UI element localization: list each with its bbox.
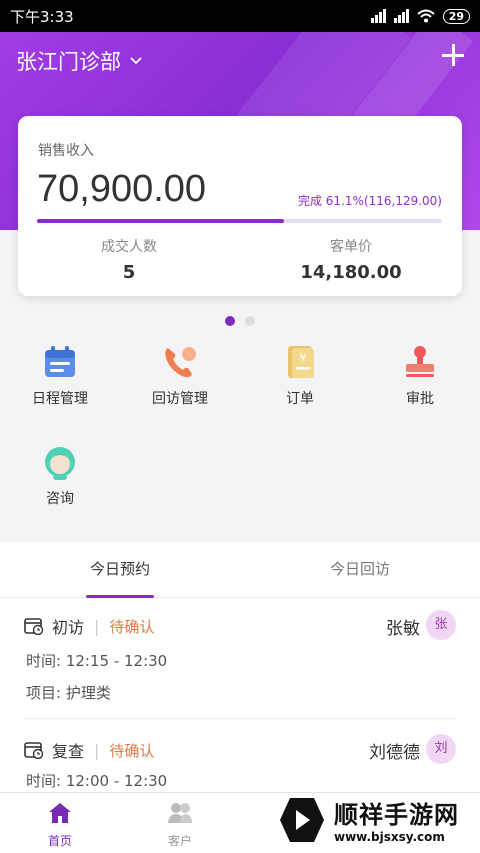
signal-icon [370, 9, 386, 23]
add-icon[interactable] [440, 42, 466, 68]
calendar-clock-icon [24, 742, 44, 759]
menu-label: 日程管理 [32, 391, 88, 407]
progress-text: 完成 61.1%(116,129.00) [297, 194, 442, 208]
page-dot-active[interactable] [225, 316, 235, 326]
menu-label: 订单 [286, 391, 314, 407]
sales-label: 销售收入 [38, 143, 94, 159]
order-icon: ¥ [282, 344, 318, 380]
clinic-name: 张江门诊部 [16, 50, 121, 74]
watermark-logo-icon [280, 797, 324, 842]
wifi-icon [417, 9, 435, 23]
phone-icon [162, 344, 198, 380]
row-divider [24, 718, 456, 719]
menu-label: 回访管理 [152, 391, 208, 407]
appointments-panel: 今日预约 今日回访 初访 | 待确认 张敏 张 时间: 12:15 - 12:3… [0, 542, 480, 792]
divider: | [94, 740, 100, 760]
sales-progress-bar [37, 219, 442, 223]
status-badge: 待确认 [109, 741, 155, 760]
function-menu: 日程管理 回访管理 ¥ 订单 审批 咨询 [0, 340, 480, 530]
sales-progress-fill [37, 219, 285, 223]
divider: | [94, 616, 100, 636]
customer-name: 刘德德 [369, 743, 420, 763]
signal-icon-2 [393, 9, 409, 23]
menu-item-approval[interactable]: 审批 [360, 344, 480, 408]
battery-indicator: 29 [442, 8, 470, 24]
appointment-card[interactable]: 初访 | 待确认 张敏 张 时间: 12:15 - 12:30 项目: 护理类 [0, 610, 480, 734]
stat-value: 14,180.00 [300, 262, 402, 283]
stat-label: 客单价 [330, 239, 372, 255]
svg-text:¥: ¥ [300, 351, 307, 364]
clinic-selector[interactable]: 张江门诊部 [16, 46, 143, 76]
customer-name: 张敏 [386, 619, 420, 639]
tab-today-appointments[interactable]: 今日预约 [0, 558, 240, 579]
chevron-down-icon [130, 57, 142, 65]
home-icon [49, 803, 71, 823]
appointment-time: 时间: 12:15 - 12:30 [26, 652, 168, 670]
nav-home[interactable]: 首页 [0, 801, 120, 849]
nav-label: 客户 [167, 834, 192, 848]
tab-today-followups[interactable]: 今日回访 [240, 558, 480, 579]
calendar-clock-icon [24, 618, 44, 635]
page-indicator [0, 316, 480, 326]
status-badge: 待确认 [109, 617, 155, 636]
status-time: 下午3:33 [10, 7, 74, 26]
status-bar: 下午3:33 29 [0, 0, 480, 32]
menu-item-followup[interactable]: 回访管理 [120, 344, 240, 408]
tab-indicator [86, 595, 154, 598]
visit-type: 复查 [52, 742, 85, 761]
nav-customers[interactable]: 客户 [120, 801, 240, 849]
stat-label: 成交人数 [101, 239, 157, 255]
sales-card[interactable]: 销售收入 70,900.00 完成 61.1%(116,129.00) 成交人数… [18, 116, 462, 296]
sales-amount: 70,900.00 [37, 168, 207, 210]
watermark-url: www.bjsxsy.com [334, 830, 445, 844]
stamp-icon [402, 344, 438, 380]
watermark-name: 顺祥手游网 [334, 801, 459, 829]
menu-label: 咨询 [46, 491, 74, 507]
customers-icon [168, 803, 192, 823]
menu-item-schedule[interactable]: 日程管理 [0, 344, 120, 408]
menu-item-consult[interactable]: 咨询 [0, 444, 120, 508]
appointment-item: 项目: 护理类 [26, 684, 111, 702]
watermark: 顺祥手游网 www.bjsxsy.com [272, 786, 480, 853]
calendar-icon [42, 344, 78, 380]
deal-count-stat: 成交人数 5 [18, 236, 240, 283]
menu-item-order[interactable]: ¥ 订单 [240, 344, 360, 408]
stat-value: 5 [122, 262, 136, 283]
avatar: 刘 [426, 734, 456, 764]
page-dot[interactable] [245, 316, 255, 326]
avatar: 张 [426, 610, 456, 640]
tab-bar: 今日预约 今日回访 [0, 542, 480, 598]
consultant-icon [42, 444, 78, 480]
nav-label: 首页 [47, 834, 72, 848]
avg-order-stat: 客单价 14,180.00 [240, 236, 462, 283]
appointment-time: 时间: 12:00 - 12:30 [26, 772, 168, 790]
menu-label: 审批 [406, 391, 434, 407]
visit-type: 初访 [52, 618, 85, 637]
